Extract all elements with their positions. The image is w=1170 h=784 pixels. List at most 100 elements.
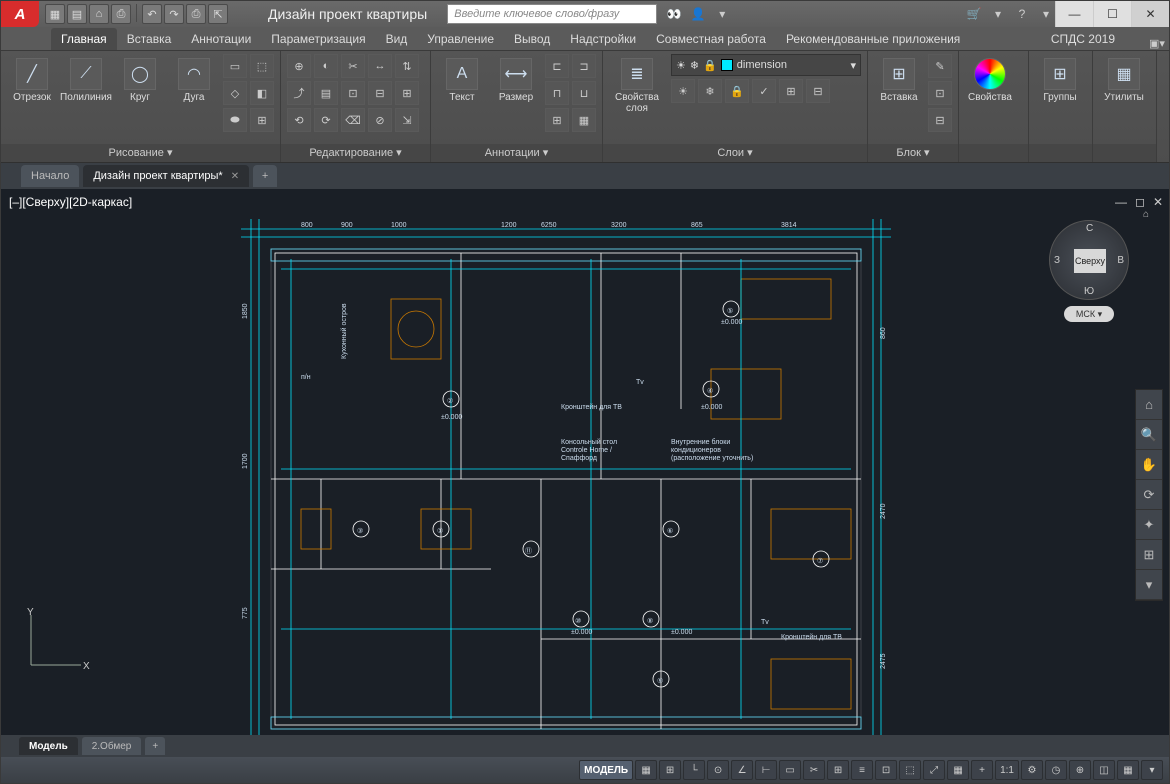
status-grid-icon[interactable]: ▦ xyxy=(635,760,657,780)
move-icon[interactable]: ⊕ xyxy=(287,54,311,78)
tab-spds[interactable]: СПДС 2019 xyxy=(1041,28,1125,50)
explode-icon[interactable]: ⟳ xyxy=(314,108,338,132)
viewcube[interactable]: С Ю З В Сверху xyxy=(1049,220,1129,300)
status-dyn-icon[interactable]: ⊞ xyxy=(827,760,849,780)
viewcube-w[interactable]: З xyxy=(1054,255,1060,266)
nav-extra-icon[interactable]: ⊞ xyxy=(1136,540,1162,570)
join-icon[interactable]: ⇲ xyxy=(395,108,419,132)
qat-save-icon[interactable]: ⌂ xyxy=(89,4,109,24)
tab-output[interactable]: Вывод xyxy=(504,28,560,50)
utilities-button[interactable]: ▦Утилиты xyxy=(1099,54,1149,103)
status-gear2-icon[interactable]: ⚙ xyxy=(1021,760,1043,780)
layer-properties-button[interactable]: ≣Свойства слоя xyxy=(609,54,665,114)
array-icon[interactable]: ⊟ xyxy=(368,81,392,105)
offset-icon[interactable]: ⊞ xyxy=(395,81,419,105)
tab-home[interactable]: Главная xyxy=(51,28,117,50)
app-menu-button[interactable]: A xyxy=(1,1,39,27)
erase-icon[interactable]: ⟲ xyxy=(287,108,311,132)
leader-icon[interactable]: ⊏ xyxy=(545,54,569,78)
nav-pan-icon[interactable]: ✋ xyxy=(1136,450,1162,480)
viewcube-e[interactable]: В xyxy=(1117,255,1124,266)
dim-style-icon[interactable]: ▦ xyxy=(572,108,596,132)
stretch-icon[interactable]: ⇅ xyxy=(395,54,419,78)
dropdown-icon[interactable]: ▾ xyxy=(713,5,731,23)
layer-lock-icon[interactable]: 🔒 xyxy=(725,79,749,103)
dimension-button[interactable]: ⟷Размер xyxy=(491,54,541,103)
tab-manage[interactable]: Управление xyxy=(417,28,504,50)
circle-button[interactable]: ◯Круг xyxy=(115,54,165,103)
exchange-icon[interactable]: 🛒 xyxy=(965,5,983,23)
status-vp-icon[interactable]: ◫ xyxy=(1093,760,1115,780)
status-snap-icon[interactable]: ⊞ xyxy=(659,760,681,780)
maximize-button[interactable]: ☐ xyxy=(1093,1,1131,27)
panel-draw-title[interactable]: Рисование ▾ xyxy=(1,144,280,162)
modelspace-toggle[interactable]: МОДЕЛЬ xyxy=(579,760,633,780)
dim-linear-icon[interactable]: ⊓ xyxy=(545,81,569,105)
home-icon[interactable]: ⌂ xyxy=(1143,209,1149,220)
properties-button[interactable]: Свойства xyxy=(965,54,1015,103)
polyline-button[interactable]: ⟋Полилиния xyxy=(61,54,111,103)
ribbon-collapse-icon[interactable]: ▣▾ xyxy=(1145,37,1169,50)
create-block-icon[interactable]: ⊡ xyxy=(928,81,952,105)
nav-showmotion-icon[interactable]: ✦ xyxy=(1136,510,1162,540)
layout-tab-model[interactable]: Модель xyxy=(19,737,78,755)
status-plus-icon[interactable]: ▦ xyxy=(947,760,969,780)
table-icon[interactable]: ⊞ xyxy=(250,108,274,132)
status-scale[interactable]: 1:1 xyxy=(995,760,1019,780)
mleader-icon[interactable]: ⊐ xyxy=(572,54,596,78)
nav-more-icon[interactable]: ▾ xyxy=(1136,570,1162,600)
dim-angular-icon[interactable]: ⊔ xyxy=(572,81,596,105)
minimize-button[interactable]: — xyxy=(1055,1,1093,27)
layer-on-icon[interactable]: ☀ xyxy=(671,79,695,103)
qat-undo-icon[interactable]: ↶ xyxy=(142,4,162,24)
vp-minimize-icon[interactable]: — xyxy=(1115,195,1127,209)
text-button[interactable]: AТекст xyxy=(437,54,487,103)
panel-block-title[interactable]: Блок ▾ xyxy=(868,144,958,162)
break-icon[interactable]: ⊘ xyxy=(368,108,392,132)
scale-icon[interactable]: ▤ xyxy=(314,81,338,105)
close-tab-icon[interactable]: ✕ xyxy=(231,171,239,182)
binoculars-icon[interactable]: 👀 xyxy=(665,5,683,23)
viewport-label[interactable]: [–][Сверху][2D-каркас] xyxy=(9,195,132,209)
status-annoscale-icon[interactable]: ⤢ xyxy=(923,760,945,780)
panel-modify-title[interactable]: Редактирование ▾ xyxy=(281,144,430,162)
status-3dosnap-icon[interactable]: ▭ xyxy=(779,760,801,780)
close-button[interactable]: ✕ xyxy=(1131,1,1169,27)
status-otrack-icon[interactable]: ✂ xyxy=(803,760,825,780)
region-icon[interactable]: ◧ xyxy=(250,81,274,105)
stayconnected-icon[interactable]: ▾ xyxy=(989,5,1007,23)
layer-iso-icon[interactable]: ⊞ xyxy=(779,79,803,103)
dim-table-icon[interactable]: ⊞ xyxy=(545,108,569,132)
drawing-canvas[interactable]: [–][Сверху][2D-каркас] — ◻ ✕ xyxy=(1,189,1169,735)
layer-freeze-icon[interactable]: ❄ xyxy=(698,79,722,103)
insert-block-button[interactable]: ⊞Вставка xyxy=(874,54,924,103)
qat-saveas-icon[interactable]: ⎙ xyxy=(111,4,131,24)
rotate-icon[interactable]: ◐ xyxy=(314,54,338,78)
help-dropdown-icon[interactable]: ▾ xyxy=(1037,5,1055,23)
hatch-icon[interactable]: ⬚ xyxy=(250,54,274,78)
new-tab-button[interactable]: + xyxy=(253,165,277,187)
ucs-selector[interactable]: МСК ▾ xyxy=(1064,306,1114,322)
qat-new-icon[interactable]: ▦ xyxy=(45,4,65,24)
status-osnap-icon[interactable]: ⊢ xyxy=(755,760,777,780)
status-trans-icon[interactable]: ⊡ xyxy=(875,760,897,780)
tab-featured[interactable]: Рекомендованные приложения xyxy=(776,28,970,50)
panel-layers-title[interactable]: Слои ▾ xyxy=(603,144,867,162)
layout-add-button[interactable]: + xyxy=(145,737,165,755)
tab-addins[interactable]: Надстройки xyxy=(560,28,646,50)
file-tab-current[interactable]: Дизайн проект квартиры*✕ xyxy=(83,165,249,187)
tab-parametric[interactable]: Параметризация xyxy=(261,28,375,50)
help-icon[interactable]: ? xyxy=(1013,5,1031,23)
extend-icon[interactable]: ⌫ xyxy=(341,108,365,132)
nav-orbit-icon[interactable]: ⟳ xyxy=(1136,480,1162,510)
attr-icon[interactable]: ⊟ xyxy=(928,108,952,132)
status-iso-icon[interactable]: ∠ xyxy=(731,760,753,780)
tab-view[interactable]: Вид xyxy=(376,28,418,50)
layer-prev-icon[interactable]: ⊟ xyxy=(806,79,830,103)
mirror-icon[interactable]: ↔ xyxy=(368,54,392,78)
vp-close-icon[interactable]: ✕ xyxy=(1153,195,1163,209)
layer-selector[interactable]: ☀ ❄ 🔒 dimension ▾ xyxy=(671,54,861,76)
file-tab-start[interactable]: Начало xyxy=(21,165,79,187)
status-polar-icon[interactable]: ⊙ xyxy=(707,760,729,780)
help-search-input[interactable]: Введите ключевое слово/фразу xyxy=(447,4,657,24)
